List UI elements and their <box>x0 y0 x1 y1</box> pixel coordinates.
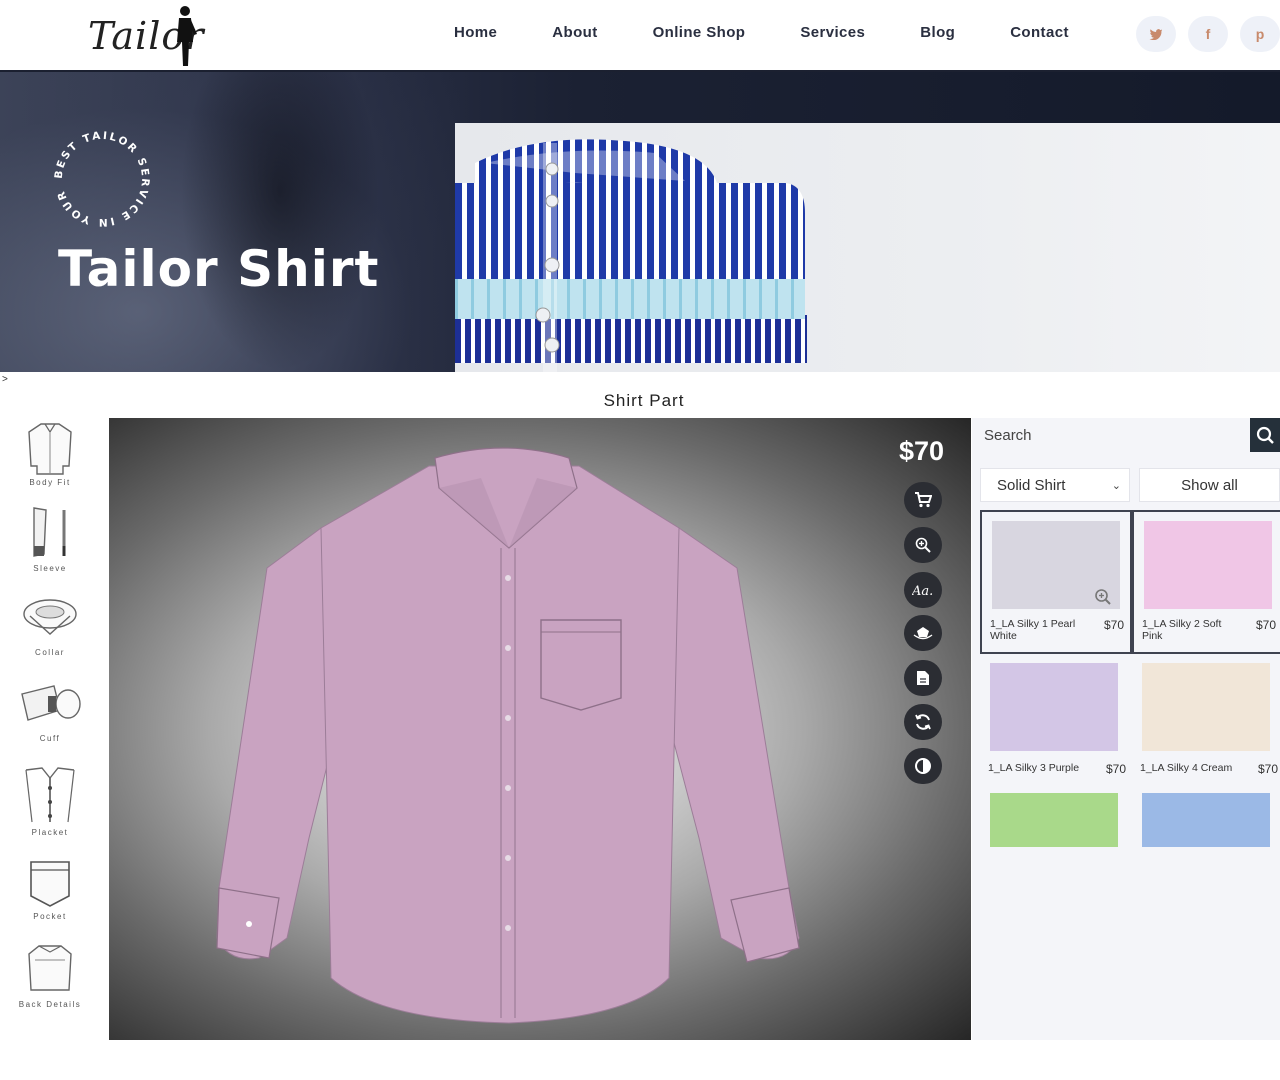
fabric-card[interactable] <box>1132 784 1280 864</box>
fabric-price: $70 <box>1105 762 1126 776</box>
nav-online-shop[interactable]: Online Shop <box>653 24 746 41</box>
tool-label: Pocket <box>33 912 67 921</box>
fabric-price: $70 <box>1103 618 1124 632</box>
cuff-icon <box>21 685 81 721</box>
fabric-swatch <box>1142 663 1270 751</box>
hero-banner: BEST TAILOR SERVICE IN YOUR CITY Tailor … <box>0 72 1280 372</box>
hero-title: Tailor Shirt <box>58 240 380 298</box>
tool-label: Placket <box>31 828 69 837</box>
summary-icon <box>917 671 929 685</box>
fabric-category-select[interactable]: Solid Shirt ⌄ <box>980 468 1130 502</box>
zoom-in-icon[interactable] <box>1094 588 1112 606</box>
folded-shirts-illustration <box>455 139 807 372</box>
shirt-preview-canvas[interactable] <box>109 418 971 1040</box>
monogram-button[interactable]: Aa. <box>904 572 942 608</box>
body-fit-icon <box>28 423 72 475</box>
fabric-search-input[interactable] <box>978 418 1248 452</box>
summary-button[interactable] <box>904 660 942 696</box>
reset-button[interactable] <box>904 704 942 740</box>
fabric-swatch <box>1142 793 1270 847</box>
fabric-name: 1_LA Silky 4 Cream <box>1140 762 1233 774</box>
monogram-icon: Aa. <box>912 584 933 597</box>
badge-text: BEST TAILOR SERVICE IN YOUR CITY <box>50 127 149 228</box>
tool-label: Cuff <box>39 734 61 743</box>
placket-icon <box>25 767 75 823</box>
shirt-3d-model <box>216 447 800 1024</box>
nav-about[interactable]: About <box>552 24 597 41</box>
shirt-model <box>216 447 800 1024</box>
search-icon <box>1256 426 1274 444</box>
fabric-name: 1_LA Silky 3 Purple <box>988 762 1080 774</box>
fabric-price: $70 <box>1255 618 1276 632</box>
rotate-view-button[interactable] <box>904 615 942 651</box>
chevron-down-icon: ⌄ <box>1111 480 1121 492</box>
select-value: Solid Shirt <box>997 477 1066 494</box>
pocket-icon <box>30 861 70 907</box>
fabric-card[interactable]: 1_LA Silky 4 Cream $70 <box>1132 654 1280 798</box>
zoom-in-icon <box>915 537 931 553</box>
rotate-view-icon <box>913 627 933 640</box>
sleeve-icon <box>33 507 66 557</box>
fabric-price: $70 <box>1257 762 1278 776</box>
section-title: Shirt Part <box>603 391 685 410</box>
fabric-swatch <box>990 663 1118 751</box>
svg-text:Aa.: Aa. <box>912 584 933 597</box>
back-details-icon <box>28 945 72 991</box>
fabric-name: 1_LA Silky 2 Soft Pink <box>1142 618 1222 642</box>
tool-label: Back Details <box>18 1000 82 1009</box>
nav-contact[interactable]: Contact <box>1010 24 1069 41</box>
social-links: f p <box>1136 16 1280 52</box>
site-header: Tailor Home About Online Shop Services B… <box>0 0 1280 72</box>
collar-icon <box>23 599 77 635</box>
add-to-cart-button[interactable] <box>904 482 942 518</box>
fabric-swatch <box>1144 521 1272 609</box>
zoom-button[interactable] <box>904 527 942 563</box>
main-nav: Home About Online Shop Services Blog Con… <box>454 24 1124 41</box>
fabric-card[interactable]: 1_LA Silky 3 Purple $70 <box>980 654 1132 798</box>
tool-cuff[interactable]: Cuff <box>8 680 92 766</box>
tool-label: Sleeve <box>33 564 67 573</box>
facebook-icon[interactable]: f <box>1188 16 1228 52</box>
tool-placket[interactable]: Placket <box>8 766 92 852</box>
tool-collar[interactable]: Collar <box>8 594 92 680</box>
tool-label: Body Fit <box>29 478 71 487</box>
fabric-name: 1_LA Silky 1 Pearl White <box>990 618 1076 642</box>
reset-icon <box>915 714 931 730</box>
brand-logo[interactable]: Tailor <box>88 4 208 70</box>
tool-sleeve[interactable]: Sleeve <box>8 506 92 592</box>
tool-body-fit[interactable]: Body Fit <box>8 420 92 506</box>
show-all-button[interactable]: Show all <box>1139 468 1280 502</box>
circular-badge: BEST TAILOR SERVICE IN YOUR CITY <box>50 127 151 228</box>
cart-icon <box>915 492 932 508</box>
fabric-card[interactable]: 1_LA Silky 2 Soft Pink $70 <box>1132 510 1280 654</box>
tool-label: Collar <box>35 648 65 657</box>
search-button[interactable] <box>1250 418 1280 452</box>
nav-services[interactable]: Services <box>800 24 865 41</box>
twitter-icon[interactable] <box>1136 16 1176 52</box>
pinterest-icon[interactable]: p <box>1240 16 1280 52</box>
nav-blog[interactable]: Blog <box>920 24 955 41</box>
nav-home[interactable]: Home <box>454 24 497 41</box>
fabric-card[interactable] <box>980 784 1132 864</box>
fabric-card[interactable]: 1_LA Silky 1 Pearl White $70 <box>980 510 1132 654</box>
contrast-icon <box>915 758 931 774</box>
contrast-button[interactable] <box>904 748 942 784</box>
tool-back-details[interactable]: Back Details <box>8 940 92 1026</box>
svg-text:BEST TAILOR SERVICE IN YOUR CI: BEST TAILOR SERVICE IN YOUR CITY <box>50 127 151 228</box>
tool-pocket[interactable]: Pocket <box>8 854 92 940</box>
stray-glyph: > <box>2 374 8 385</box>
fabric-swatch <box>990 793 1118 847</box>
tailor-figure-icon <box>177 6 197 66</box>
hero-background-shadow <box>180 72 380 372</box>
price-display: $70 <box>899 436 945 466</box>
shirts-stack-photo <box>455 123 1280 372</box>
